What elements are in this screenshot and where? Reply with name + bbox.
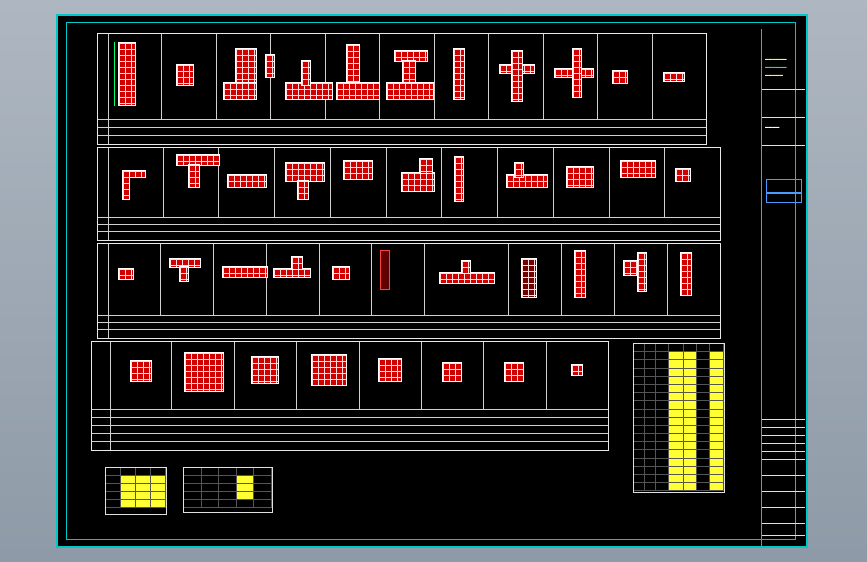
section-cell: [164, 148, 220, 218]
section-cell: [214, 244, 268, 316]
table-row: [106, 484, 166, 492]
section-cell: [271, 34, 334, 120]
section-cell: [598, 34, 653, 120]
table-row: [634, 376, 724, 385]
column-section-row-4: [91, 341, 609, 451]
section-cell: [425, 244, 510, 316]
table-row: [634, 344, 724, 353]
section-cell: [547, 342, 608, 410]
section-cell: [422, 342, 485, 410]
table-row: [184, 468, 272, 476]
label-row: [98, 329, 720, 338]
section-cell: [554, 148, 610, 218]
section-cell: [110, 342, 173, 410]
section-cell: [372, 244, 426, 316]
label-row: [92, 441, 608, 450]
section-cell: [668, 244, 720, 316]
section-cell: [615, 244, 669, 316]
section-cell: [387, 148, 443, 218]
table-row: [634, 352, 724, 361]
column-section-row-3: [97, 243, 721, 339]
table-row: [184, 492, 272, 500]
table-row: [634, 458, 724, 467]
table-row: [634, 360, 724, 369]
section-cell: [435, 34, 490, 120]
section-cell: [108, 148, 164, 218]
table-row: [634, 434, 724, 443]
section-cell: [562, 244, 616, 316]
drawing-frame: ▬▬▬▬▬▬ ▬▬▬▬▬▬ ▬▬▬▬▬ ▬▬▬▬: [66, 22, 805, 547]
table-row: [106, 492, 166, 500]
section-cell: [489, 34, 544, 120]
table-row: [106, 500, 166, 508]
table-row: [634, 442, 724, 451]
legend-table-2: [183, 467, 273, 513]
section-cell: [320, 244, 373, 316]
section-cell: [219, 148, 276, 218]
table-row: [634, 393, 724, 402]
section-cell: [162, 34, 217, 120]
section-cell: [360, 342, 422, 410]
table-row: [634, 475, 724, 484]
section-cell: [653, 34, 706, 120]
section-cell: [267, 244, 320, 316]
section-cell: [442, 148, 499, 218]
table-row: [184, 484, 272, 492]
table-row: [634, 384, 724, 394]
table-row: [184, 500, 272, 508]
section-cell: [108, 244, 161, 316]
cad-viewport[interactable]: ▬▬▬▬▬▬ ▬▬▬▬▬▬ ▬▬▬▬▬ ▬▬▬▬: [0, 0, 867, 562]
table-row: [634, 417, 724, 426]
table-row: [634, 409, 724, 418]
section-cell: [217, 34, 275, 120]
table-row: [634, 450, 724, 459]
section-cell: [509, 244, 563, 316]
table-row: [634, 401, 724, 410]
section-cell: [498, 148, 554, 218]
label-row: [98, 135, 706, 144]
row-cells: [108, 244, 720, 316]
label-row: [98, 231, 720, 240]
section-cell: [275, 148, 331, 218]
section-cell: [161, 244, 214, 316]
table-row: [106, 476, 166, 484]
reinforcement-schedule-table: [633, 343, 725, 493]
section-cell: [484, 342, 547, 410]
section-cell: [235, 342, 298, 410]
column-section-row-1: [97, 33, 707, 145]
row-cells: [108, 34, 706, 120]
section-cell: [172, 342, 235, 410]
table-row: [634, 425, 724, 435]
table-row: [634, 466, 724, 475]
column-section-row-2: [97, 147, 721, 241]
table-row: [634, 483, 724, 492]
table-row: [106, 468, 166, 476]
drawing-sheet: ▬▬▬▬▬▬ ▬▬▬▬▬▬ ▬▬▬▬▬ ▬▬▬▬: [56, 14, 808, 548]
section-cell: [544, 34, 599, 120]
section-cell: [610, 148, 666, 218]
section-cell: [297, 342, 360, 410]
section-cell: [326, 34, 381, 120]
row-cells: [110, 342, 608, 410]
section-cell: [331, 148, 387, 218]
section-cell: [380, 34, 435, 120]
table-row: [634, 368, 724, 377]
row-cells: [108, 148, 720, 218]
table-row: [184, 476, 272, 484]
section-cell: [108, 34, 163, 120]
section-cell: [665, 148, 720, 218]
legend-table-1: [105, 467, 167, 515]
title-block: ▬▬▬▬▬▬ ▬▬▬▬▬▬ ▬▬▬▬▬ ▬▬▬▬: [761, 29, 805, 547]
